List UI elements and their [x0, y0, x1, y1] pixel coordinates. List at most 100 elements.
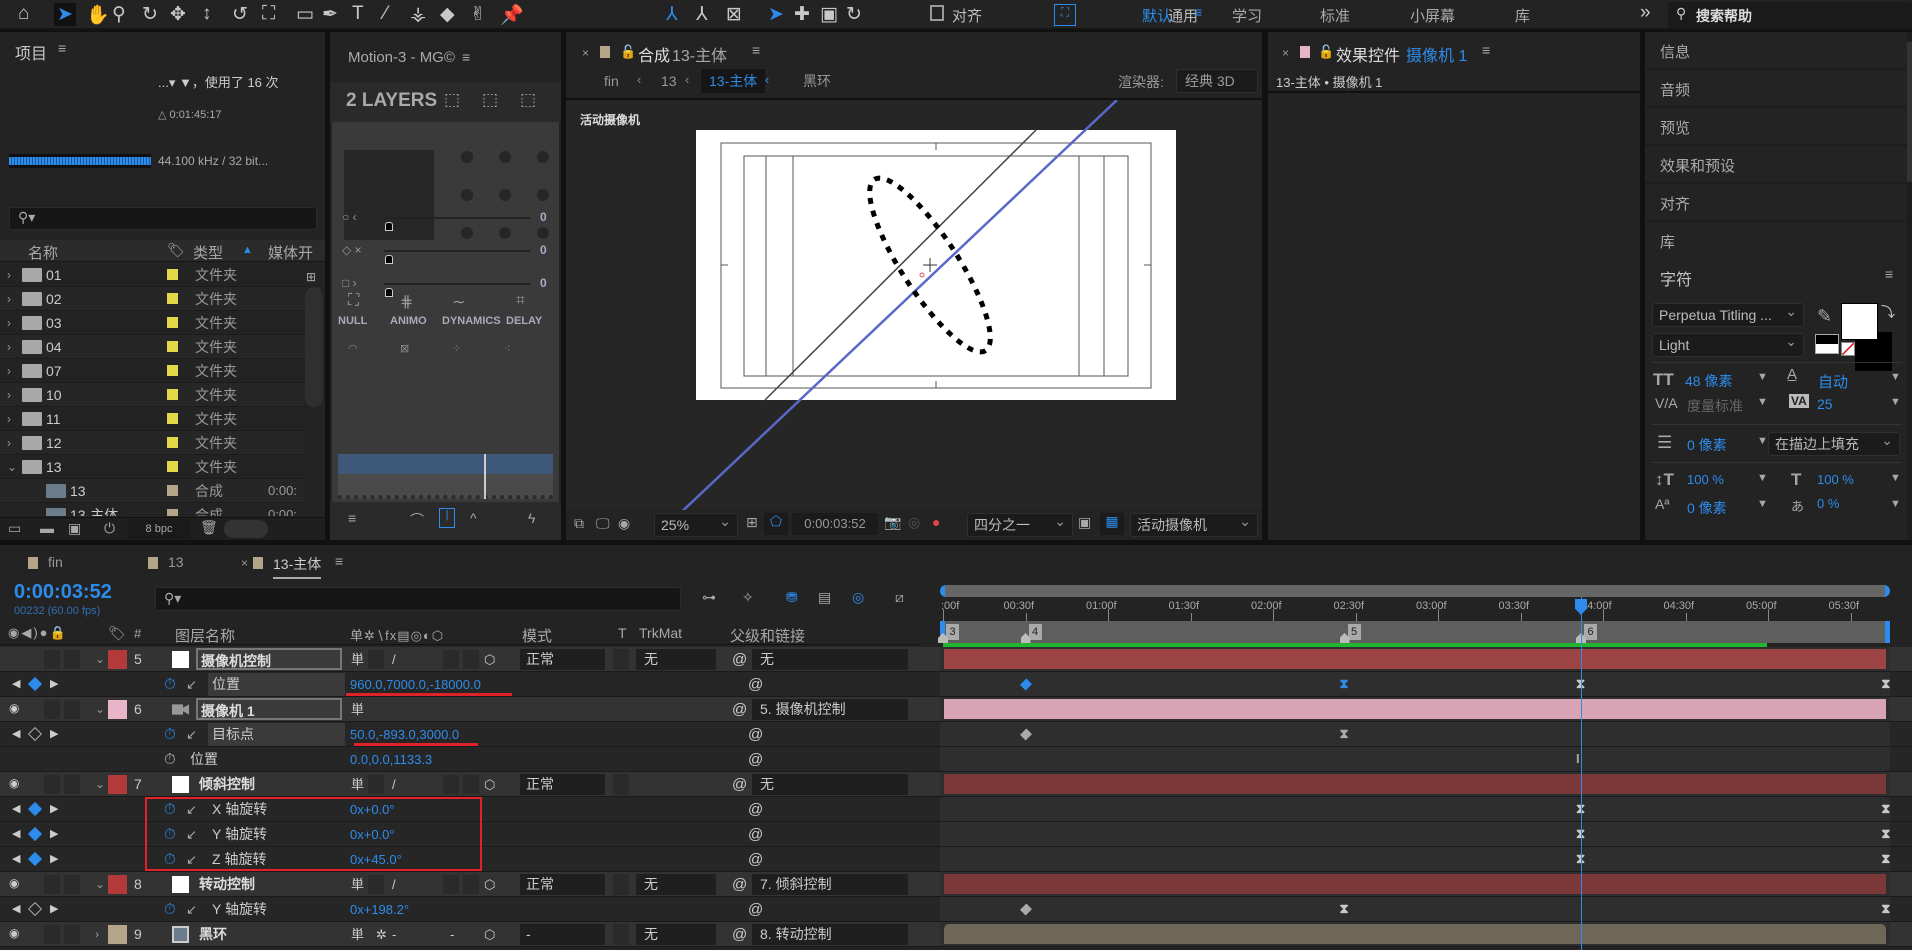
rotate-icon[interactable]: ↺ [232, 3, 248, 26]
keyframe-toggle[interactable] [27, 726, 43, 742]
preserve-transparency-toggle[interactable] [613, 649, 629, 670]
eraser-icon[interactable]: ◆ [440, 3, 455, 26]
column-preserve-transparency[interactable]: T [618, 625, 627, 641]
arc-icon[interactable]: ◠ [348, 342, 358, 355]
menu-icon[interactable]: ≡ [348, 510, 356, 526]
lock-toggle[interactable] [44, 775, 60, 794]
lock-toggle[interactable] [64, 875, 80, 894]
pick-whip-icon[interactable]: @ [732, 772, 747, 797]
trash-icon[interactable]: 🗑 [200, 519, 218, 536]
always-preview-icon[interactable]: ⧉ [574, 515, 584, 532]
label-color[interactable] [167, 269, 178, 280]
next-keyframe-icon[interactable]: ▶ [50, 672, 58, 697]
preserve-transparency-toggle[interactable] [613, 924, 629, 945]
close-tab-icon[interactable]: × [582, 46, 589, 60]
snapshot-icon[interactable]: 📷 [884, 514, 901, 531]
next-keyframe-icon[interactable]: ▶ [50, 722, 58, 747]
leading-value[interactable]: 自动 [1818, 371, 1848, 392]
slider-track[interactable] [384, 283, 530, 285]
stopwatch-icon[interactable]: ⏱ [164, 672, 176, 697]
anchor-point-icon[interactable]: ⛶ [262, 3, 275, 25]
chevron-down-icon[interactable]: ⌄ [7, 455, 17, 479]
comp-marker[interactable]: 5 [1347, 624, 1361, 640]
align-checkbox[interactable] [930, 5, 944, 21]
transparency-grid-icon[interactable]: ▦ [1100, 513, 1124, 535]
panel-tab-2[interactable]: 预览 [1645, 108, 1907, 144]
chevron-right-icon[interactable]: › [7, 311, 11, 335]
distribute-icon[interactable]: ⁖ [504, 342, 510, 355]
expression-pick-whip-icon[interactable]: @ [748, 847, 763, 872]
font-style-dropdown[interactable]: Light [1652, 333, 1804, 357]
project-item[interactable]: › 11 文件夹 [0, 407, 305, 431]
label-color[interactable] [167, 317, 178, 328]
blend-mode-dropdown[interactable]: 正常 [520, 874, 605, 895]
column-mode[interactable]: 模式 [522, 625, 552, 646]
prev-keyframe-icon[interactable]: ◀ [12, 847, 20, 872]
swap-black-white-icon[interactable] [1815, 334, 1839, 354]
label-color[interactable] [108, 875, 127, 894]
workspace-2[interactable]: 标准 [1320, 5, 1350, 26]
layer-row[interactable]: ◉ ⌄ 7 倾斜控制単 / ⬡ 正常 @ 无 [0, 772, 1912, 797]
lock-toggle[interactable] [64, 925, 80, 944]
stroke-width-value[interactable]: 0 像素 [1687, 435, 1727, 455]
next-keyframe-icon[interactable]: ▶ [50, 897, 58, 922]
keyframe-easy-ease[interactable]: ⧗ [1340, 676, 1349, 692]
panel-menu-icon[interactable]: ≡ [752, 42, 760, 58]
workspace-4[interactable]: 库 [1515, 5, 1530, 26]
sw-box[interactable] [463, 775, 479, 794]
prev-keyframe-icon[interactable]: ◀ [12, 897, 20, 922]
chevron-right-icon[interactable]: › [7, 383, 11, 407]
orbit-camera-icon[interactable]: ↻ [142, 3, 158, 26]
close-tab-icon[interactable]: × [1282, 46, 1289, 60]
zero-icon[interactable]: ⬚ [520, 90, 536, 110]
eyedropper-icon[interactable]: ✎ [1817, 306, 1832, 327]
layer-name[interactable]: 摄像机控制 [196, 648, 342, 670]
chevron-down-icon[interactable]: ⌄ [95, 697, 105, 722]
sw-box[interactable] [368, 650, 384, 669]
show-snapshot-icon[interactable]: ◎ [908, 514, 920, 531]
viewer-timecode[interactable]: 0:00:03:52 [792, 513, 878, 535]
slider-icon[interactable]: □ › [342, 276, 357, 290]
lock-toggle[interactable] [44, 650, 60, 669]
brush-icon[interactable]: ⁄ [384, 3, 387, 25]
label-color[interactable] [108, 700, 127, 719]
project-item[interactable]: ⌄ 13 文件夹 [0, 455, 305, 479]
chevron-down-icon[interactable]: ⌄ [95, 772, 105, 797]
help-search-input[interactable]: ⚲ 搜索帮助 [1668, 2, 1912, 28]
blend-mode-dropdown[interactable]: 正常 [520, 774, 605, 795]
expression-pick-whip-icon[interactable]: @ [748, 722, 763, 747]
stopwatch-icon[interactable]: ⏱ [164, 747, 176, 772]
pick-whip-icon[interactable]: @ [732, 647, 747, 672]
chevron-right-icon[interactable]: › [7, 263, 11, 287]
chevron-right-icon[interactable]: › [7, 287, 11, 311]
prev-keyframe-icon[interactable]: ◀ [12, 722, 20, 747]
prev-keyframe-icon[interactable]: ◀ [12, 672, 20, 697]
keyframe-easy-ease[interactable]: ⧗ [1881, 801, 1890, 817]
dropdown-arrow[interactable]: ▼ [1890, 472, 1901, 484]
label-color[interactable] [167, 365, 178, 376]
mask-icon[interactable]: ◉ [618, 515, 630, 532]
null-button[interactable]: NULL [338, 315, 367, 327]
3d-layer-switch[interactable]: ⬡ [484, 647, 495, 672]
breadcrumb-item[interactable]: fin [596, 69, 627, 93]
prev-keyframe-icon[interactable]: ◀ [12, 797, 20, 822]
resolution-dropdown[interactable]: 四分之一 [967, 513, 1073, 537]
sw-box[interactable] [443, 650, 459, 669]
keyframe-toggle[interactable] [27, 851, 43, 867]
label-color[interactable] [108, 775, 127, 794]
track-matte-dropdown[interactable]: 无 [636, 874, 716, 895]
chevron-down-icon[interactable]: › [95, 922, 99, 947]
project-item[interactable]: › 01 文件夹 [0, 263, 305, 287]
layer-name[interactable]: 转动控制 [196, 873, 342, 895]
motion-timeline-marker[interactable] [484, 454, 486, 499]
visibility-eye-icon[interactable]: ◉ [9, 926, 19, 940]
column-name[interactable]: 名称 [28, 242, 58, 263]
next-keyframe-icon[interactable]: ▶ [50, 822, 58, 847]
dropdown-arrow[interactable]: ▼ [1757, 435, 1768, 447]
label-color[interactable] [167, 389, 178, 400]
workspace-menu-icon[interactable]: ≡ [1194, 4, 1202, 20]
keyframe-toggle[interactable] [27, 801, 43, 817]
right-scrollbar[interactable] [1907, 42, 1912, 182]
lock-toggle[interactable] [44, 875, 60, 894]
keyframe-easy-ease[interactable]: ⧗ [1881, 676, 1890, 692]
